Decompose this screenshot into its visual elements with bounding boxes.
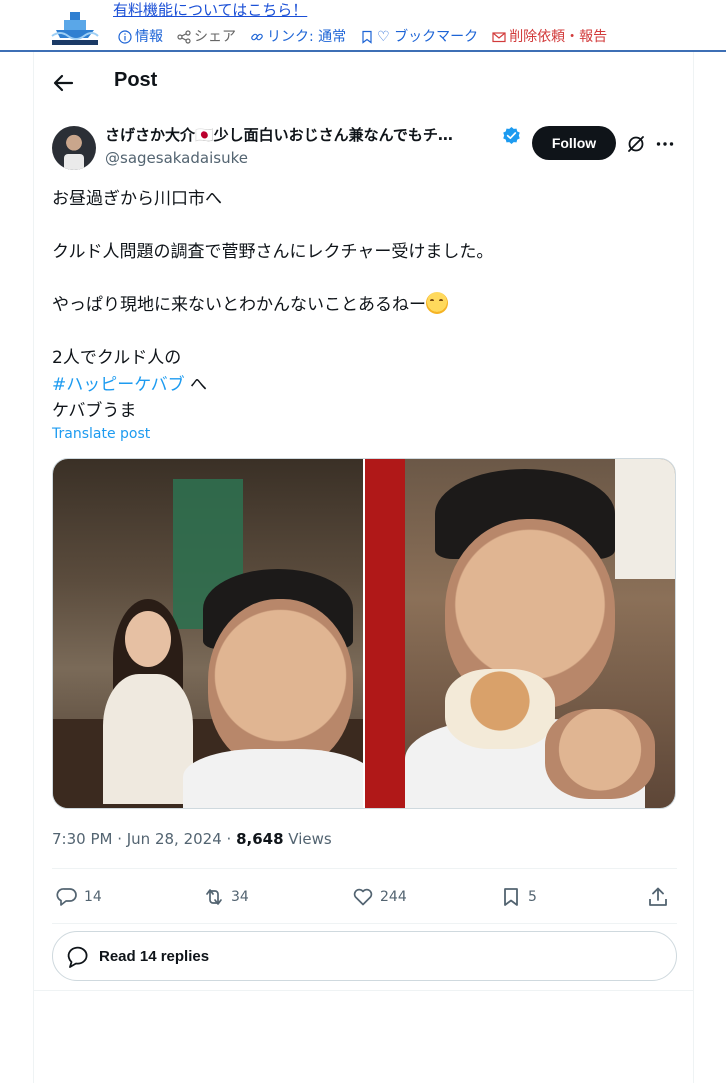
tweet-line: ケバブうま [52, 401, 137, 421]
heart-icon [353, 888, 373, 906]
author-handle[interactable]: @sagesakadaisuke [105, 148, 248, 168]
mail-icon [492, 32, 506, 43]
page-title: Post [114, 69, 158, 91]
nav-report[interactable]: 削除依頼・報告 [492, 28, 607, 46]
nav-info[interactable]: 情報 [118, 28, 163, 46]
reply-button[interactable]: 14 [56, 886, 102, 908]
site-logo[interactable] [50, 0, 100, 46]
follow-button[interactable]: Follow [532, 126, 616, 160]
reply-icon [56, 888, 77, 906]
post-card: Post さげさか大介🇯🇵少し面白いおじさん兼なんでもチ… @sagesakad… [33, 52, 694, 1083]
post-timestamp[interactable]: 7:30 PM · Jun 28, 2024 · [52, 830, 236, 848]
translate-post-link[interactable]: Translate post [52, 426, 150, 442]
bookmark-count: 5 [528, 889, 537, 905]
smiling-face-emoji-icon [426, 292, 448, 314]
read-replies-button[interactable]: Read 14 replies [52, 931, 677, 981]
nav-bookmark-label: ♡ ブックマーク [377, 29, 479, 45]
verified-badge-icon [503, 126, 520, 145]
bookmark-icon [362, 30, 372, 44]
views-label: Views [283, 830, 332, 848]
hashtag-link[interactable]: #ハッピーケバブ [52, 375, 185, 395]
site-top-bar: 有料機能についてはこちら！ 情報 シェア リンク: 通常 ♡ ブックマーク 削除… [0, 0, 726, 52]
tweet-line-text: やっぱり現地に来ないとわかんないことあるねー [52, 295, 426, 315]
repost-count: 34 [231, 889, 249, 905]
like-count: 244 [380, 889, 407, 905]
nav-share-label: シェア [194, 29, 236, 45]
bookmark-icon [504, 888, 518, 906]
nav-info-label: 情報 [135, 29, 163, 45]
tweet-line: やっぱり現地に来ないとわかんないことあるねー [52, 292, 672, 319]
link-icon [251, 33, 263, 41]
nav-link-label: リンク: 通常 [267, 29, 347, 45]
media-grid [52, 458, 676, 809]
views-count: 8,648 [236, 830, 284, 848]
share-button[interactable] [647, 886, 669, 908]
author-block: さげさか大介🇯🇵少し面白いおじさん兼なんでもチ… @sagesakadaisuk… [52, 124, 677, 174]
nav-bookmark[interactable]: ♡ ブックマーク [360, 28, 478, 46]
avatar[interactable] [52, 126, 96, 170]
repost-icon [206, 889, 222, 905]
share-icon [177, 30, 191, 44]
repost-button[interactable]: 34 [203, 886, 249, 908]
photo-eating-kebab[interactable] [365, 459, 675, 808]
back-arrow-icon[interactable] [52, 72, 74, 94]
reply-count: 14 [84, 889, 102, 905]
tweet-line: お昼過ぎから川口市へ [52, 189, 222, 209]
hashtag-suffix: へ [184, 374, 207, 395]
post-meta: 7:30 PM · Jun 28, 2024 · 8,648 Views [52, 830, 332, 848]
bookmark-button[interactable]: 5 [500, 886, 537, 908]
speech-bubble-icon [67, 946, 88, 968]
more-options-icon[interactable] [655, 134, 675, 154]
tweet-line: 2人でクルド人の [52, 348, 182, 368]
info-icon [118, 30, 132, 44]
tweet-text: お昼過ぎから川口市へ クルド人問題の調査で菅野さんにレクチャー受けました。 やっ… [52, 186, 672, 425]
post-header: Post [34, 52, 693, 112]
tweet-line: クルド人問題の調査で菅野さんにレクチャー受けました。 [52, 242, 494, 262]
action-bar: 14 34 244 5 [52, 868, 677, 924]
site-nav: 情報 シェア リンク: 通常 ♡ ブックマーク 削除依頼・報告 [118, 28, 607, 46]
divider [34, 990, 693, 991]
nav-share[interactable]: シェア [177, 28, 236, 46]
share-upload-icon [649, 887, 667, 906]
nav-link[interactable]: リンク: 通常 [250, 28, 346, 46]
grok-icon[interactable] [626, 134, 646, 154]
paid-features-link[interactable]: 有料機能についてはこちら！ [113, 0, 307, 20]
nav-report-label: 削除依頼・報告 [509, 29, 608, 45]
author-name[interactable]: さげさか大介🇯🇵少し面白いおじさん兼なんでもチ… [105, 124, 500, 146]
read-replies-label: Read 14 replies [99, 947, 210, 965]
tweet-line: #ハッピーケバブ へ [52, 372, 672, 399]
photo-selfie-two-people[interactable] [53, 459, 363, 808]
like-button[interactable]: 244 [352, 886, 407, 908]
